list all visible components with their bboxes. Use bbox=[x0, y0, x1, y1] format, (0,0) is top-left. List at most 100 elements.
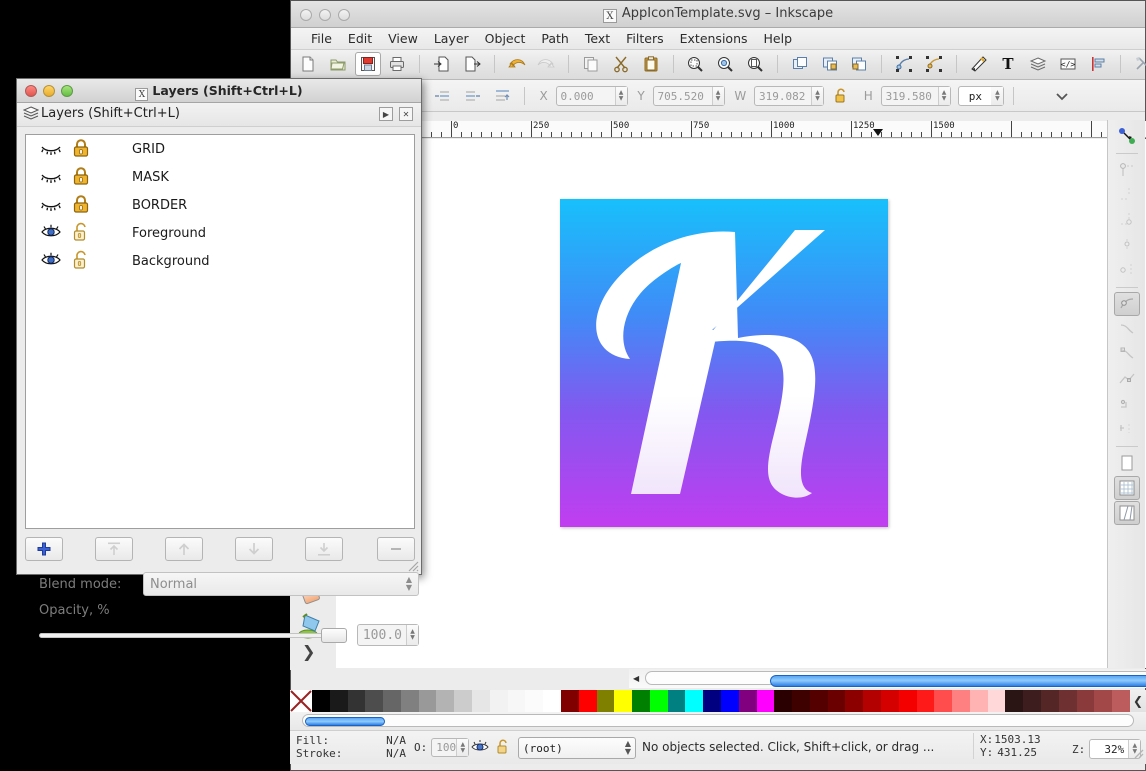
palette-swatch[interactable] bbox=[952, 690, 970, 712]
menu-filters[interactable]: Filters bbox=[618, 30, 671, 47]
layers-dialog[interactable]: X Layers (Shift+Ctrl+L) Layers (Shift+Ctr… bbox=[16, 78, 422, 646]
unit-select-chevron[interactable]: ▲ ▼ bbox=[991, 87, 1004, 105]
locked-padlock-icon[interactable] bbox=[72, 138, 108, 161]
layer-name[interactable]: GRID bbox=[108, 142, 165, 157]
palette-swatch[interactable] bbox=[1041, 690, 1059, 712]
eye-open-icon[interactable] bbox=[40, 224, 72, 243]
unlocked-padlock-icon[interactable] bbox=[72, 222, 108, 245]
palette-scroll-left-icon[interactable]: ❮ bbox=[1130, 690, 1146, 712]
lower-icon[interactable] bbox=[429, 84, 455, 108]
menu-path[interactable]: Path bbox=[533, 30, 576, 47]
layers-dialog-icon[interactable] bbox=[1025, 52, 1051, 76]
menu-edit[interactable]: Edit bbox=[340, 30, 380, 47]
palette-swatch[interactable] bbox=[560, 690, 579, 712]
palette-swatch[interactable] bbox=[934, 690, 953, 712]
opacity-field[interactable]: 100 ▲ ▼ bbox=[431, 738, 470, 757]
print-document-icon[interactable] bbox=[384, 52, 410, 76]
window-titlebar[interactable]: X AppIconTemplate.svg – Inkscape bbox=[291, 1, 1145, 28]
snap-grids-icon[interactable] bbox=[1113, 476, 1140, 500]
new-document-icon[interactable] bbox=[295, 52, 321, 76]
locked-padlock-icon[interactable] bbox=[72, 194, 108, 217]
horizontal-ruler[interactable]: -2500250500750100012501500 bbox=[309, 121, 1146, 138]
layer-row[interactable]: GRID bbox=[26, 135, 414, 163]
zoom-drawing-icon[interactable] bbox=[712, 52, 738, 76]
unlocked-padlock-icon[interactable] bbox=[72, 250, 108, 273]
palette-none-swatch[interactable] bbox=[290, 690, 312, 712]
palette-swatch[interactable] bbox=[578, 690, 597, 712]
canvas-horizontal-scrollbar[interactable]: ◀ ▶ bbox=[629, 669, 1146, 688]
layer-row[interactable]: BORDER bbox=[26, 191, 414, 219]
save-document-icon[interactable] bbox=[354, 52, 381, 76]
zoom-page-icon[interactable] bbox=[742, 52, 768, 76]
palette-swatch[interactable] bbox=[525, 690, 544, 712]
palette-swatch[interactable] bbox=[596, 690, 615, 712]
command-toolbar[interactable]: T </> bbox=[291, 50, 1146, 80]
palette-swatch[interactable] bbox=[881, 690, 899, 712]
snap-smooth-nodes-icon[interactable] bbox=[1114, 392, 1140, 416]
snap-bbox-centers-icon[interactable] bbox=[1114, 258, 1140, 282]
layer-row[interactable]: Foreground bbox=[26, 219, 414, 247]
palette-swatch[interactable] bbox=[863, 690, 881, 712]
palette-swatch[interactable] bbox=[614, 690, 633, 712]
layer-name[interactable]: MASK bbox=[108, 170, 169, 185]
x-field[interactable]: 0.000 ▲ ▼ bbox=[555, 86, 628, 106]
palette-swatch[interactable] bbox=[969, 690, 988, 712]
palette-swatch[interactable] bbox=[774, 690, 793, 712]
palette-swatch[interactable] bbox=[383, 690, 401, 712]
y-field-stepper[interactable]: ▲ ▼ bbox=[711, 87, 724, 105]
xml-editor-icon[interactable]: </> bbox=[1055, 52, 1081, 76]
palette-swatch[interactable] bbox=[1058, 690, 1077, 712]
palette-swatch[interactable] bbox=[400, 690, 419, 712]
snap-midpoints-icon[interactable] bbox=[1114, 417, 1140, 441]
palette-swatch[interactable] bbox=[898, 690, 917, 712]
palette-swatch[interactable] bbox=[916, 690, 935, 712]
blend-mode-chevron[interactable]: ▲ ▼ bbox=[406, 576, 412, 592]
eye-closed-icon[interactable] bbox=[40, 140, 72, 159]
palette-swatch[interactable] bbox=[507, 690, 526, 712]
hscroll-thumb[interactable] bbox=[770, 675, 1146, 687]
palette-swatch[interactable] bbox=[685, 690, 704, 712]
raise-layer-to-top-button[interactable] bbox=[95, 537, 133, 561]
snap-bbox-corners-icon[interactable] bbox=[1114, 208, 1140, 232]
menu-extensions[interactable]: Extensions bbox=[672, 30, 756, 47]
palette-swatch[interactable] bbox=[1023, 690, 1042, 712]
layers-dialog-titlebar[interactable]: X Layers (Shift+Ctrl+L) bbox=[17, 79, 421, 103]
eye-closed-icon[interactable] bbox=[40, 196, 72, 215]
opacity-slider-track[interactable] bbox=[39, 633, 347, 638]
layers-button-row[interactable] bbox=[25, 535, 415, 563]
export-icon[interactable] bbox=[459, 52, 485, 76]
palette-swatch[interactable] bbox=[1076, 690, 1095, 712]
new-layer-button[interactable] bbox=[25, 537, 63, 561]
snap-path-intersections-icon[interactable] bbox=[1114, 342, 1140, 366]
ungroup-icon[interactable] bbox=[846, 52, 872, 76]
palette-swatch[interactable] bbox=[738, 690, 757, 712]
group-icon[interactable] bbox=[817, 52, 843, 76]
stroke-to-path-icon[interactable] bbox=[921, 52, 947, 76]
snap-bbox-edge-midpoints-icon[interactable] bbox=[1114, 233, 1140, 257]
blend-mode-row[interactable]: Blend mode: Normal ▲ ▼ bbox=[39, 571, 419, 597]
menu-text[interactable]: Text bbox=[577, 30, 618, 47]
palette-swatch[interactable] bbox=[827, 690, 846, 712]
h-field-stepper[interactable]: ▲ ▼ bbox=[937, 87, 950, 105]
close-icon[interactable]: ✕ bbox=[399, 107, 413, 121]
undo-icon[interactable] bbox=[504, 52, 530, 76]
preferences-icon[interactable] bbox=[1130, 52, 1146, 76]
opacity-field[interactable]: 100.0 ▲ ▼ bbox=[357, 624, 419, 646]
palette-swatch[interactable] bbox=[418, 690, 437, 712]
snap-guides-icon[interactable] bbox=[1113, 501, 1140, 525]
opacity-slider[interactable] bbox=[39, 626, 347, 644]
opacity-row[interactable]: 100.0 ▲ ▼ bbox=[39, 623, 419, 647]
layer-select-chevron[interactable]: ▲ ▼ bbox=[625, 740, 631, 756]
snap-bounding-box-icon[interactable] bbox=[1114, 158, 1140, 182]
raise-to-top-icon[interactable] bbox=[489, 84, 515, 108]
zoom-selection-icon[interactable] bbox=[682, 52, 708, 76]
layer-name[interactable]: Foreground bbox=[108, 226, 206, 241]
palette-swatch[interactable] bbox=[720, 690, 739, 712]
duplicate-icon[interactable] bbox=[787, 52, 813, 76]
palette-swatch[interactable] bbox=[703, 690, 721, 712]
palette-swatch[interactable] bbox=[543, 690, 561, 712]
y-field[interactable]: 705.520 ▲ ▼ bbox=[652, 86, 725, 106]
layer-row[interactable]: Background bbox=[26, 247, 414, 275]
window-resize-grip[interactable] bbox=[1130, 745, 1144, 762]
unit-select[interactable]: px ▲ ▼ bbox=[958, 86, 1005, 106]
